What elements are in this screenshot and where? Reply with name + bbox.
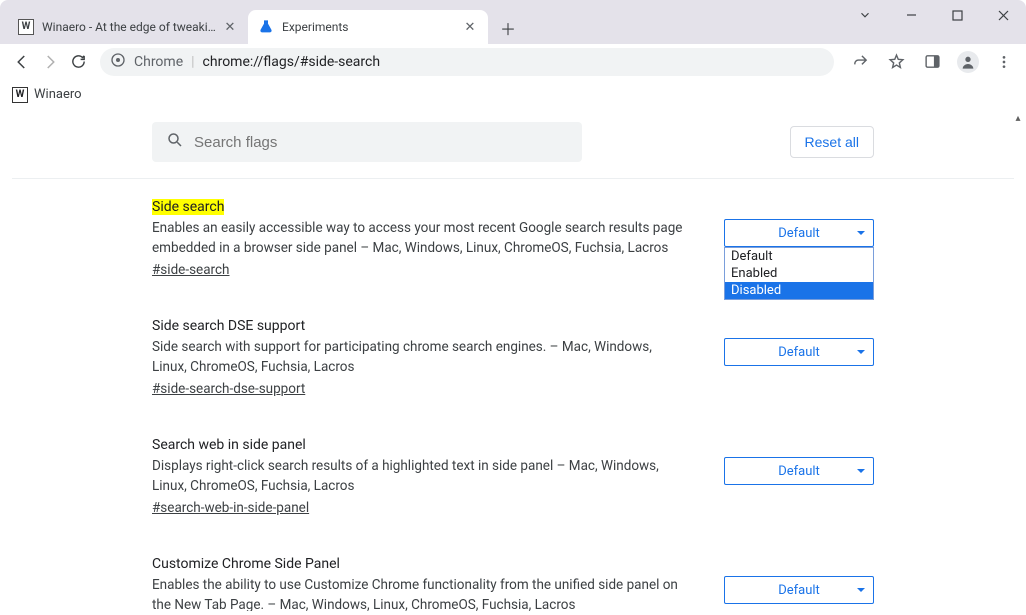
- flag-title: Search web in side panel: [152, 437, 306, 453]
- tab-search-icon[interactable]: [842, 0, 888, 30]
- titlebar: W Winaero - At the edge of tweaking ✕ Ex…: [0, 0, 1026, 44]
- flag-title: Side search: [152, 199, 224, 215]
- share-icon[interactable]: [846, 48, 874, 76]
- tab-experiments[interactable]: Experiments ✕: [248, 10, 488, 44]
- site-info-icon[interactable]: [110, 52, 126, 72]
- address-url: chrome://flags/#side-search: [203, 54, 381, 70]
- dropdown-option[interactable]: Enabled: [725, 265, 873, 282]
- flask-icon: [258, 19, 274, 35]
- flag-title: Customize Chrome Side Panel: [152, 556, 340, 572]
- flag-anchor-link[interactable]: #side-search: [152, 262, 230, 278]
- close-icon[interactable]: ✕: [462, 19, 478, 35]
- address-bar[interactable]: Chrome | chrome://flags/#side-search: [100, 48, 834, 76]
- dropdown-menu: DefaultEnabledDisabled: [724, 247, 874, 300]
- side-panel-icon[interactable]: [918, 48, 946, 76]
- window-controls: [842, 0, 1026, 30]
- reset-all-button[interactable]: Reset all: [790, 126, 874, 158]
- minimize-button[interactable]: [888, 0, 934, 30]
- page-content: Reset all Side search Enables an easily a…: [12, 110, 1014, 611]
- forward-button[interactable]: [36, 48, 64, 76]
- flag-dropdown[interactable]: Default: [724, 338, 874, 366]
- maximize-button[interactable]: [934, 0, 980, 30]
- flag-dropdown[interactable]: Default: [724, 457, 874, 485]
- search-flags-box[interactable]: [152, 122, 582, 162]
- reload-button[interactable]: [64, 48, 92, 76]
- scroll-up-icon[interactable]: ▴: [1010, 110, 1026, 126]
- tab-winaero[interactable]: W Winaero - At the edge of tweaking ✕: [8, 10, 248, 44]
- bookmark-favicon: W: [12, 87, 28, 103]
- bookmark-star-icon[interactable]: [882, 48, 910, 76]
- address-host: Chrome: [134, 54, 183, 70]
- flag-title: Side search DSE support: [152, 318, 305, 334]
- flag-anchor-link[interactable]: #search-web-in-side-panel: [152, 500, 309, 516]
- flags-list: Side search Enables an easily accessible …: [152, 179, 874, 611]
- bookmark-item[interactable]: Winaero: [34, 87, 82, 102]
- bookmarks-bar: W Winaero: [0, 80, 1026, 110]
- flags-header: Reset all: [152, 110, 874, 174]
- toolbar-icons: [846, 48, 1018, 76]
- flag-item: Customize Chrome Side Panel Enables the a…: [152, 556, 874, 611]
- flag-item: Side search DSE support Side search with …: [152, 318, 874, 397]
- close-button[interactable]: [980, 0, 1026, 30]
- flag-description: Enables the ability to use Customize Chr…: [152, 576, 684, 611]
- back-button[interactable]: [8, 48, 36, 76]
- favicon-winaero: W: [18, 19, 34, 35]
- flag-description: Displays right-click search results of a…: [152, 457, 684, 496]
- search-input[interactable]: [194, 134, 568, 151]
- profile-avatar[interactable]: [954, 48, 982, 76]
- search-icon: [166, 131, 184, 153]
- flag-description: Side search with support for participati…: [152, 338, 684, 377]
- dropdown-option[interactable]: Disabled: [725, 282, 873, 299]
- flag-description: Enables an easily accessible way to acce…: [152, 219, 684, 258]
- flag-dropdown[interactable]: Default: [724, 219, 874, 247]
- toolbar: Chrome | chrome://flags/#side-search: [0, 44, 1026, 80]
- close-icon[interactable]: ✕: [222, 19, 238, 35]
- tab-strip: W Winaero - At the edge of tweaking ✕ Ex…: [8, 8, 522, 44]
- flag-item: Side search Enables an easily accessible …: [152, 199, 874, 278]
- new-tab-button[interactable]: ＋: [494, 14, 522, 42]
- dropdown-option[interactable]: Default: [725, 248, 873, 265]
- tab-title: Winaero - At the edge of tweaking: [42, 20, 216, 34]
- flag-dropdown[interactable]: Default: [724, 576, 874, 604]
- flag-anchor-link[interactable]: #side-search-dse-support: [152, 381, 305, 397]
- tab-title: Experiments: [282, 20, 456, 34]
- menu-icon[interactable]: [990, 48, 1018, 76]
- flag-item: Search web in side panel Displays right-c…: [152, 437, 874, 516]
- scrollbar[interactable]: ▴: [1010, 110, 1026, 611]
